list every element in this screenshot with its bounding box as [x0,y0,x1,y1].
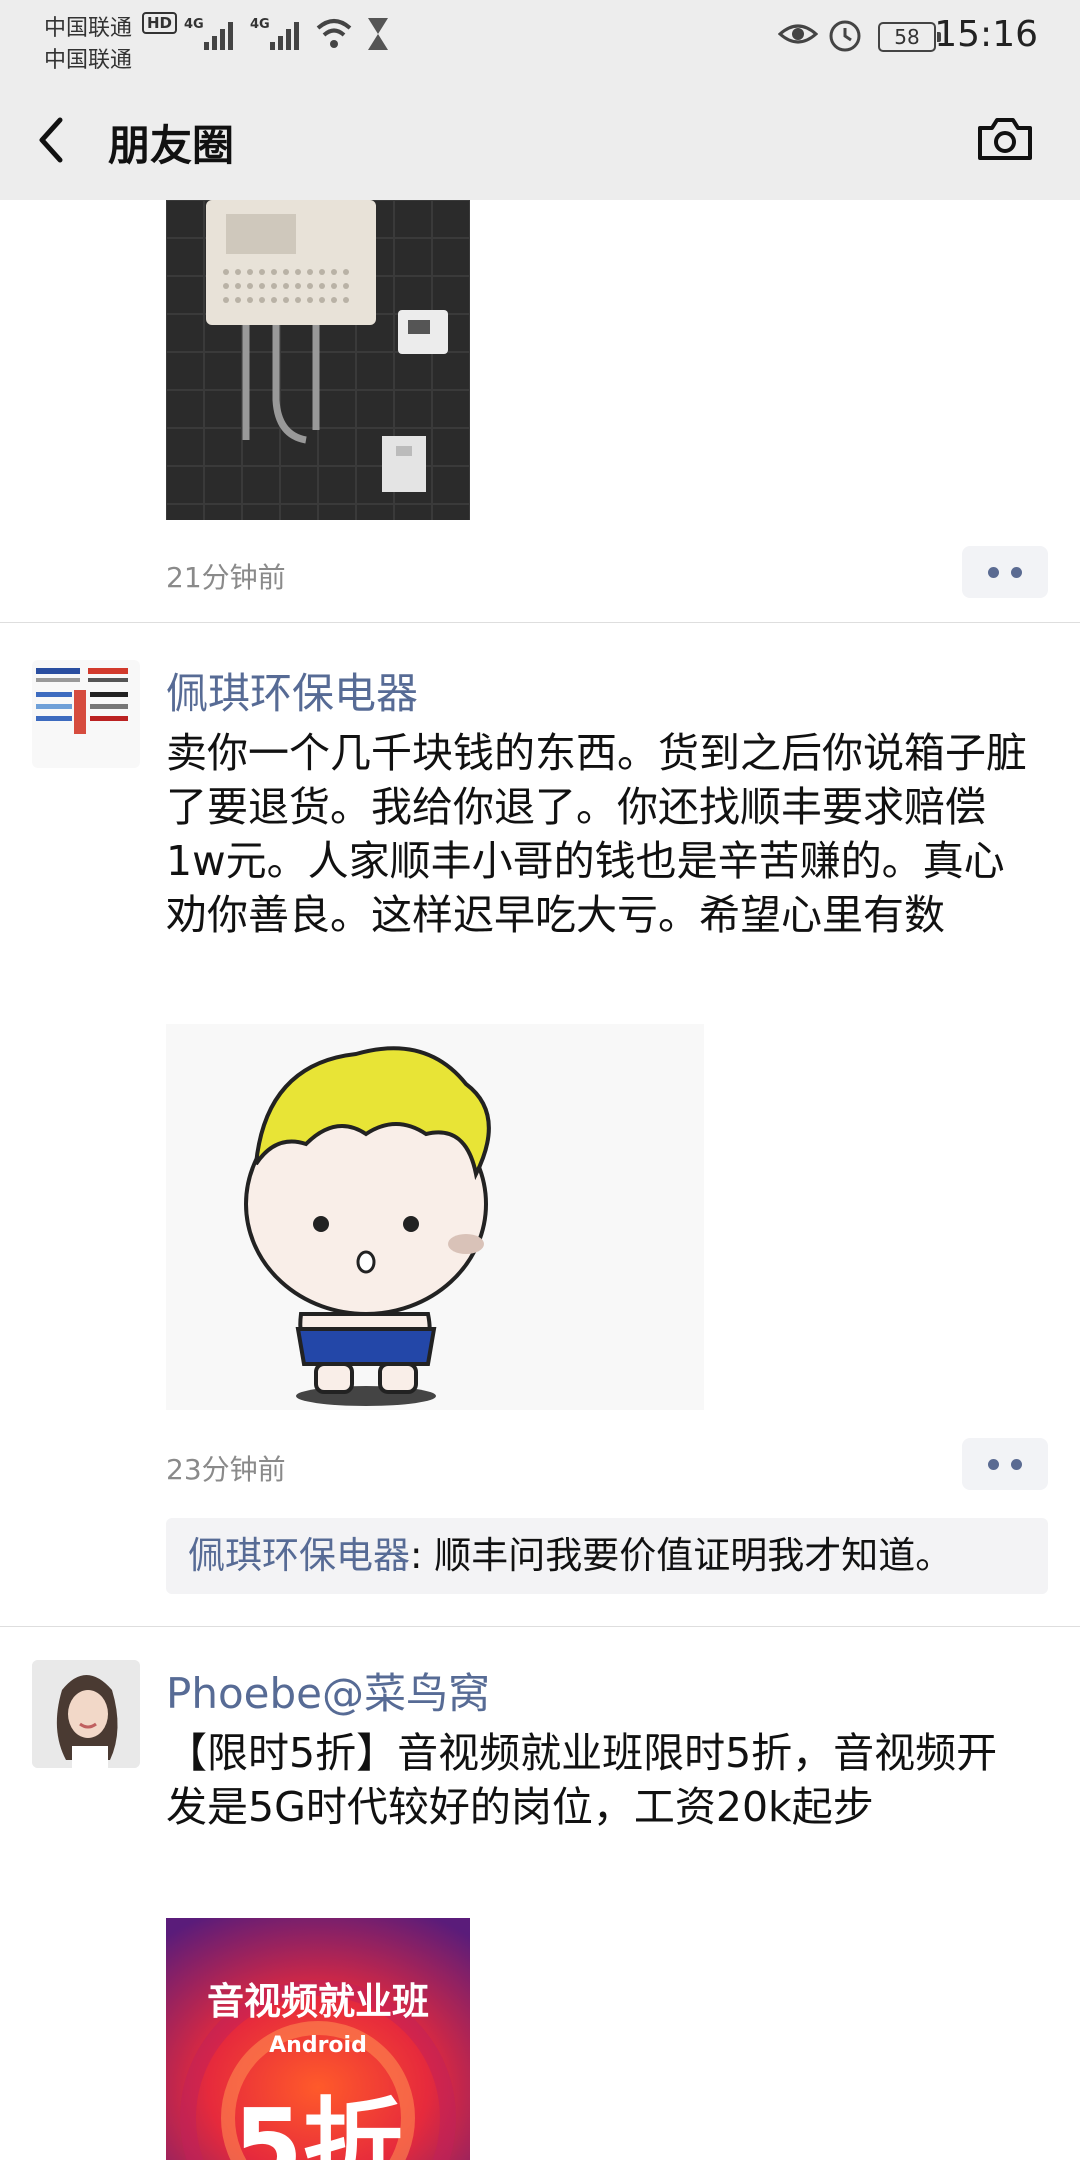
promo-big-text: 5折 [233,2087,403,2160]
post-author-name[interactable]: 佩琪环保电器 [166,660,418,721]
more-actions-button[interactable] [962,1438,1048,1490]
dot-icon [988,1459,999,1470]
carrier-label: 中国联通 [44,16,133,41]
brand-logos-avatar-image [32,660,140,768]
post-text: 卖你一个几千块钱的东西。货到之后你说箱子脏了要退货。我给你退了。你还找顺丰要求赔… [166,729,1027,939]
avatar[interactable] [32,1660,140,1768]
signal-icon-secondary: 4G [250,17,299,50]
promo-title: 音视频就业班 [207,1980,429,2023]
more-actions-button[interactable] [962,546,1048,598]
avatar[interactable] [32,660,140,768]
post-author-name[interactable]: Phoebe@菜鸟窝 [166,1660,490,1721]
post-timestamp: 21分钟前 [166,561,286,594]
page-title: 朋友圈 [108,121,235,170]
course-promo-image: 音视频就业班 Android 5折 [166,1918,470,2160]
moments-feed[interactable]: 21分钟前 佩琪环保电器 卖你一个几千块钱的东西。货到之后你说箱子脏了要退货。我… [0,200,1080,2160]
post-image[interactable] [166,200,470,520]
water-heater-photo [166,200,470,520]
status-time: 15:16 [934,14,1038,55]
comment-separator: : [410,1534,435,1577]
dot-icon [988,567,999,578]
comment-item[interactable]: 佩琪环保电器: 顺丰问我要价值证明我才知道。 [166,1518,1048,1594]
dot-icon [1011,1459,1022,1470]
header-bar: 朋友圈 [0,80,1080,200]
post-image[interactable]: 音视频就业班 Android 5折 [166,1918,470,2160]
cartoon-boy-sticker-image [166,1024,704,1410]
status-bar: 中国联通 中国联通 HD 4G 4G 58 15:16 [0,0,1080,80]
svg-text:4G: 4G [250,17,270,32]
post-image[interactable] [166,1024,704,1410]
carrier-label-secondary: 中国联通 [44,48,133,73]
wifi-icon [316,19,352,48]
comment-text: 顺丰问我要价值证明我才知道。 [434,1534,953,1577]
eye-icon [778,24,818,44]
commenter-name[interactable]: 佩琪环保电器 [188,1534,410,1577]
hd-badge: HD [142,12,178,34]
post-timestamp: 23分钟前 [166,1453,286,1486]
svg-text:4G: 4G [184,17,204,32]
alarm-icon [829,20,861,52]
hourglass-icon [368,18,388,50]
signal-icon: 4G [184,17,233,50]
back-arrow-icon[interactable] [32,112,72,168]
post-text: 【限时5折】音视频就业班限时5折，音视频开发是5G时代较好的岗位，工资20k起步 [166,1729,998,1831]
camera-icon[interactable] [976,112,1034,166]
divider [0,622,1080,623]
battery-indicator: 58 [878,22,941,52]
dot-icon [1011,567,1022,578]
woman-portrait-avatar-image [32,1660,140,1768]
divider [0,1626,1080,1627]
promo-subtitle: Android [269,2033,367,2058]
